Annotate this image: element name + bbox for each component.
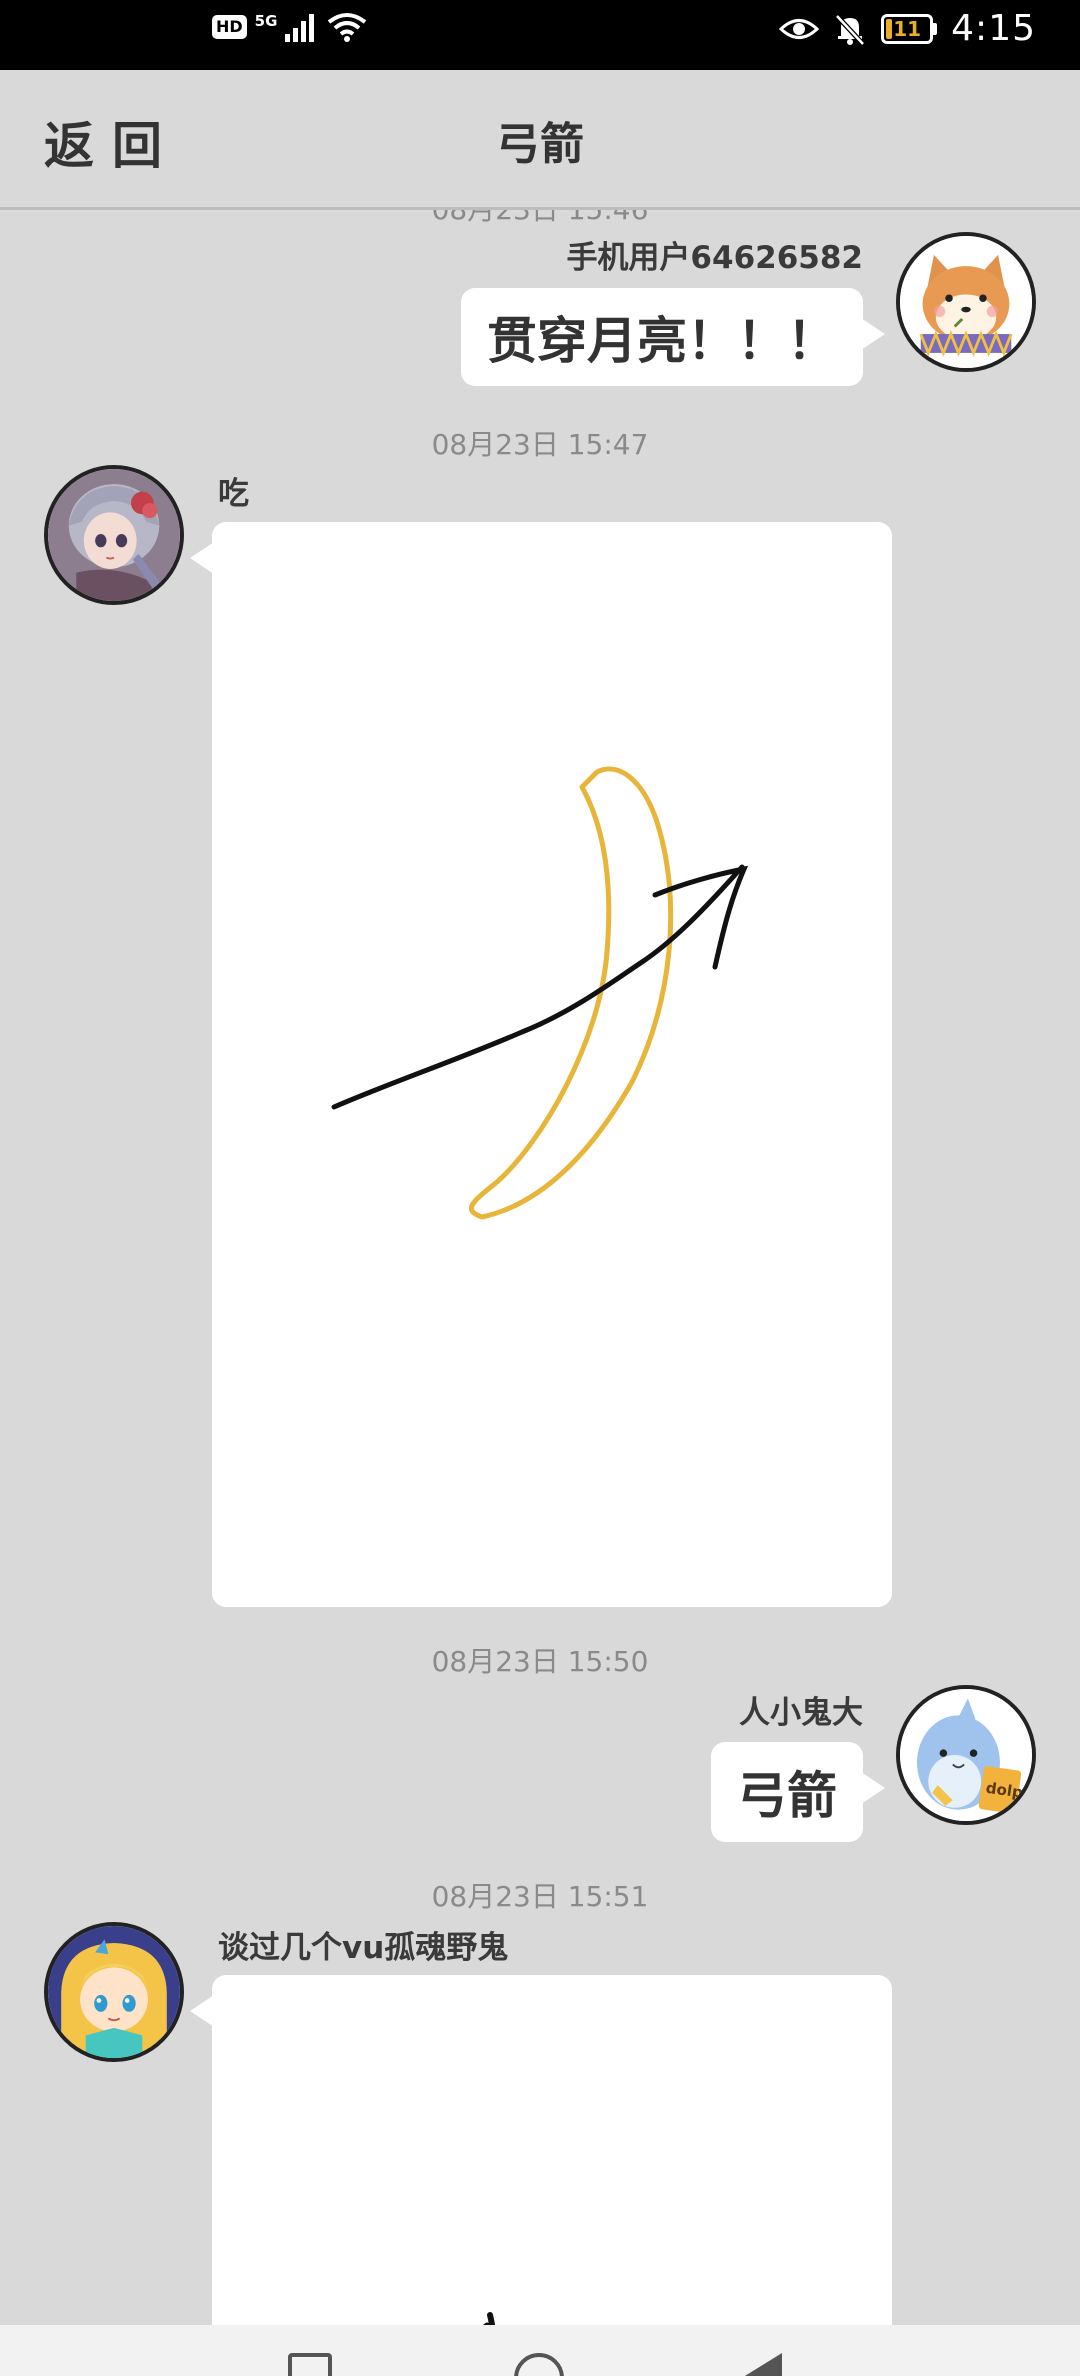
shiba-dog-avatar[interactable] [896,232,1036,372]
recent-apps-button[interactable] [288,2353,332,2376]
system-nav-bar [0,2325,1080,2376]
anime-girl-icon [48,469,180,601]
dolphin-avatar[interactable]: dolphin-chips-label [896,1685,1036,1825]
page-title: 弓箭 [496,119,584,170]
message-timestamp: 08月23日 15:51 [431,1880,649,1913]
sender-name: 手机用户64626582 [566,240,863,276]
blonde-child-avatar[interactable] [44,1922,184,2062]
message-timestamp: 08月23日 15:50 [431,1645,649,1678]
hd-badge: HD [212,15,247,39]
status-bar: HD 5G 11 4:15 [0,0,1080,70]
network-type: 5G [254,12,278,30]
shiba-icon [900,236,1032,368]
sender-name: 人小鬼大 [739,1695,863,1731]
wifi-icon [328,13,367,42]
message-bubble[interactable]: 贯穿月亮！！！ [461,288,885,386]
eye-icon [779,18,820,39]
clock: 4:15 [951,8,1036,49]
message-timestamp: 08月23日 15:46 [0,210,1080,228]
battery-indicator: 11 [881,13,938,44]
dolphin-icon: dolphin-chips-label [900,1689,1032,1821]
status-left: HD 5G [212,12,367,42]
arrow-drawing [483,2312,496,2325]
signal-icon [285,14,315,42]
battery-level: 11 [893,16,922,41]
sender-name: 谈过几个vu孤魂野鬼 [218,1930,509,1966]
banana-arrow-drawing [331,766,749,1220]
message-bubble[interactable]: 弓箭 [711,1742,885,1842]
chat-header: 返回 弓箭 [0,70,1080,210]
back-nav-button[interactable] [740,2353,782,2376]
home-button[interactable] [514,2353,564,2376]
mute-bell-icon [835,13,865,46]
sender-name: 吃 [218,476,249,512]
status-right: 11 4:15 [779,8,1036,49]
anime-girl-avatar[interactable] [44,465,184,605]
chat-area[interactable]: 08月23日 15:46 手机用户64626582 贯穿月亮！！！ 08月23日… [0,210,1080,2325]
drawing-message[interactable] [190,1975,892,2325]
message-timestamp: 08月23日 15:47 [431,428,649,461]
drawing-message[interactable] [190,522,892,1607]
blonde-child-icon [48,1926,180,2058]
battery-icon: 11 [881,13,934,44]
